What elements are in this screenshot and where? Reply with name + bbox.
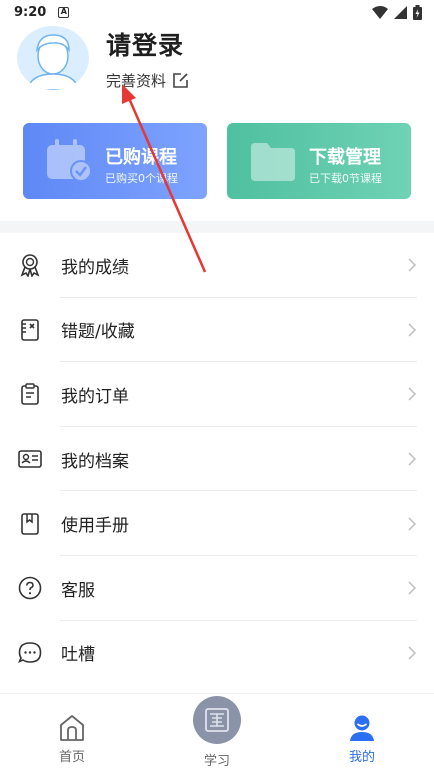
- purchased-courses-title: 已购课程: [105, 147, 177, 168]
- chevron-right-icon: [408, 646, 416, 660]
- menu-item-profile-file[interactable]: 我的档案: [0, 427, 434, 492]
- calendar-check-icon: [47, 139, 92, 182]
- menu-item-customer-service[interactable]: 客服: [0, 556, 434, 621]
- menu-item-mistakes[interactable]: 错题/收藏: [0, 298, 434, 363]
- menu-label: 吐槽: [61, 645, 95, 666]
- status-bar: 9:20 A: [0, 0, 434, 24]
- chat-bubble-icon: [18, 641, 42, 665]
- award-icon: [18, 253, 42, 278]
- menu-item-orders[interactable]: 我的订单: [0, 362, 434, 427]
- wifi-icon: [372, 5, 388, 19]
- chevron-right-icon: [408, 452, 416, 466]
- folder-icon: [251, 143, 295, 181]
- menu-label: 我的订单: [61, 386, 129, 407]
- section-divider: [0, 221, 434, 233]
- clipboard-icon: [18, 382, 42, 406]
- download-manager-count: 已下载0节课程: [309, 172, 382, 185]
- menu-item-manual[interactable]: 使用手册: [0, 491, 434, 556]
- notebook-x-icon: [18, 318, 42, 342]
- login-title[interactable]: 请登录: [106, 26, 184, 62]
- edit-icon: [173, 73, 188, 88]
- menu-label: 使用手册: [61, 516, 129, 537]
- purchased-courses-count: 已购买0个课程: [105, 172, 178, 185]
- tab-home[interactable]: 首页: [12, 694, 132, 771]
- status-icons: [372, 4, 422, 20]
- default-avatar-icon: [26, 34, 80, 90]
- chevron-right-icon: [408, 387, 416, 402]
- id-card-icon: [18, 447, 42, 471]
- download-manager-card[interactable]: 下载管理 已下载0节课程: [227, 123, 411, 199]
- chevron-right-icon: [408, 258, 416, 272]
- complete-profile-label: 完善资料: [106, 72, 167, 90]
- tab-study[interactable]: 学习: [157, 694, 277, 771]
- chevron-right-icon: [408, 581, 416, 595]
- download-manager-title: 下载管理: [309, 147, 381, 168]
- signal-icon: [394, 5, 407, 19]
- tab-mine[interactable]: 我的: [302, 694, 422, 771]
- course-cards: 已购课程 已购买0个课程 下载管理 已下载0节课程: [0, 123, 434, 199]
- battery-icon: [413, 4, 422, 20]
- book-icon: [18, 512, 42, 536]
- help-circle-icon: [18, 576, 42, 600]
- tab-home-label: 首页: [58, 750, 85, 765]
- chevron-right-icon: [408, 517, 416, 531]
- menu-label: 客服: [61, 580, 95, 601]
- tab-study-label: 学习: [203, 754, 230, 769]
- tab-mine-label: 我的: [348, 750, 375, 765]
- bottom-tab-bar: 首页 学习 我的: [0, 693, 434, 771]
- avatar[interactable]: [17, 26, 89, 90]
- profile-header: 请登录 完善资料: [0, 24, 434, 124]
- user-icon: [349, 714, 375, 742]
- menu-list: 我的成绩 错题/收藏 我的订单 我的档案 使用手册 客服 吐槽: [0, 233, 434, 685]
- purchased-courses-card[interactable]: 已购课程 已购买0个课程: [23, 123, 207, 199]
- menu-item-feedback[interactable]: 吐槽: [0, 621, 434, 686]
- chevron-right-icon: [408, 323, 416, 337]
- menu-label: 我的成绩: [61, 257, 129, 278]
- status-time: 9:20: [14, 4, 47, 20]
- menu-label: 我的档案: [61, 451, 129, 472]
- study-icon: [193, 696, 241, 744]
- menu-item-scores[interactable]: 我的成绩: [0, 233, 434, 298]
- complete-profile-link[interactable]: 完善资料: [106, 70, 189, 91]
- home-icon: [59, 714, 85, 742]
- notification-badge: A: [58, 6, 70, 18]
- menu-label: 错题/收藏: [61, 322, 135, 343]
